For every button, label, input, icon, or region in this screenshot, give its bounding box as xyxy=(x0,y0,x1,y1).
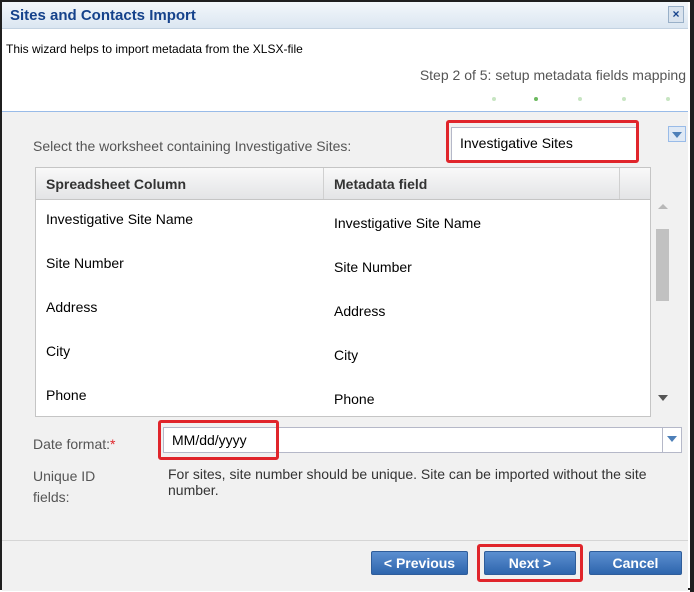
row-spreadsheet-column: Phone xyxy=(46,387,87,403)
date-format-highlight xyxy=(158,420,279,460)
worksheet-dropdown-button[interactable] xyxy=(668,126,686,142)
grid-header: Spreadsheet Column Metadata field xyxy=(36,168,650,200)
step-dot-1 xyxy=(492,97,496,101)
previous-button[interactable]: < Previous xyxy=(371,551,468,575)
table-row[interactable]: Address Address xyxy=(36,289,650,333)
dialog-titlebar[interactable]: Sites and Contacts Import × xyxy=(2,2,688,29)
step-dot-4 xyxy=(622,97,626,101)
row-spreadsheet-column: City xyxy=(46,343,71,359)
step-dot-3 xyxy=(578,97,582,101)
column-header-metadata[interactable]: Metadata field xyxy=(334,176,427,192)
row-metadata-field[interactable]: Investigative Site Name xyxy=(334,215,481,231)
row-metadata-field[interactable]: Site Number xyxy=(334,259,412,275)
row-spreadsheet-column: Site Number xyxy=(46,255,124,271)
chevron-down-icon xyxy=(667,436,677,442)
required-asterisk: * xyxy=(110,436,116,452)
row-metadata-field[interactable]: Phone xyxy=(334,391,374,407)
table-row[interactable]: Investigative Site Name Investigative Si… xyxy=(36,201,650,245)
grid-scrollbar[interactable] xyxy=(655,198,672,415)
column-separator xyxy=(619,168,620,199)
step-dot-2 xyxy=(534,97,538,101)
row-metadata-field[interactable]: Address xyxy=(334,303,385,319)
close-icon[interactable]: × xyxy=(668,6,684,23)
dialog-title: Sites and Contacts Import xyxy=(10,7,196,24)
unique-id-text: For sites, site number should be unique.… xyxy=(168,466,647,498)
step-indicator xyxy=(488,97,688,107)
wizard-description: This wizard helps to import metadata fro… xyxy=(6,42,303,56)
cancel-button[interactable]: Cancel xyxy=(589,551,682,575)
worksheet-highlight xyxy=(446,120,639,163)
date-format-label-text: Date format: xyxy=(33,436,111,452)
row-spreadsheet-column: Investigative Site Name xyxy=(46,211,194,227)
table-row[interactable]: City City xyxy=(36,333,650,377)
wizard-step-text: Step 2 of 5: setup metadata fields mappi… xyxy=(419,67,686,83)
chevron-down-icon xyxy=(672,132,682,138)
worksheet-label: Select the worksheet containing Investig… xyxy=(33,138,352,154)
dialog-footer xyxy=(2,540,688,591)
date-format-label: Date format:* xyxy=(33,436,115,452)
wizard-header: This wizard helps to import metadata fro… xyxy=(2,29,688,112)
column-header-spreadsheet[interactable]: Spreadsheet Column xyxy=(46,176,186,192)
row-spreadsheet-column: Address xyxy=(46,299,98,315)
next-button-highlight xyxy=(477,544,583,582)
row-metadata-field[interactable]: City xyxy=(334,347,358,363)
scrollbar-thumb[interactable] xyxy=(656,229,669,301)
unique-id-label: Unique ID fields: xyxy=(33,468,96,505)
table-row[interactable]: Site Number Site Number xyxy=(36,245,650,289)
dialog-border-right xyxy=(690,0,694,592)
mapping-grid: Spreadsheet Column Metadata field Invest… xyxy=(35,167,651,417)
column-separator xyxy=(323,168,324,199)
table-row[interactable]: Phone Phone xyxy=(36,377,650,416)
step-dot-5 xyxy=(666,97,670,101)
scroll-up-icon[interactable] xyxy=(658,204,668,209)
date-format-dropdown-button[interactable] xyxy=(663,427,682,453)
scroll-down-icon[interactable] xyxy=(658,395,668,401)
